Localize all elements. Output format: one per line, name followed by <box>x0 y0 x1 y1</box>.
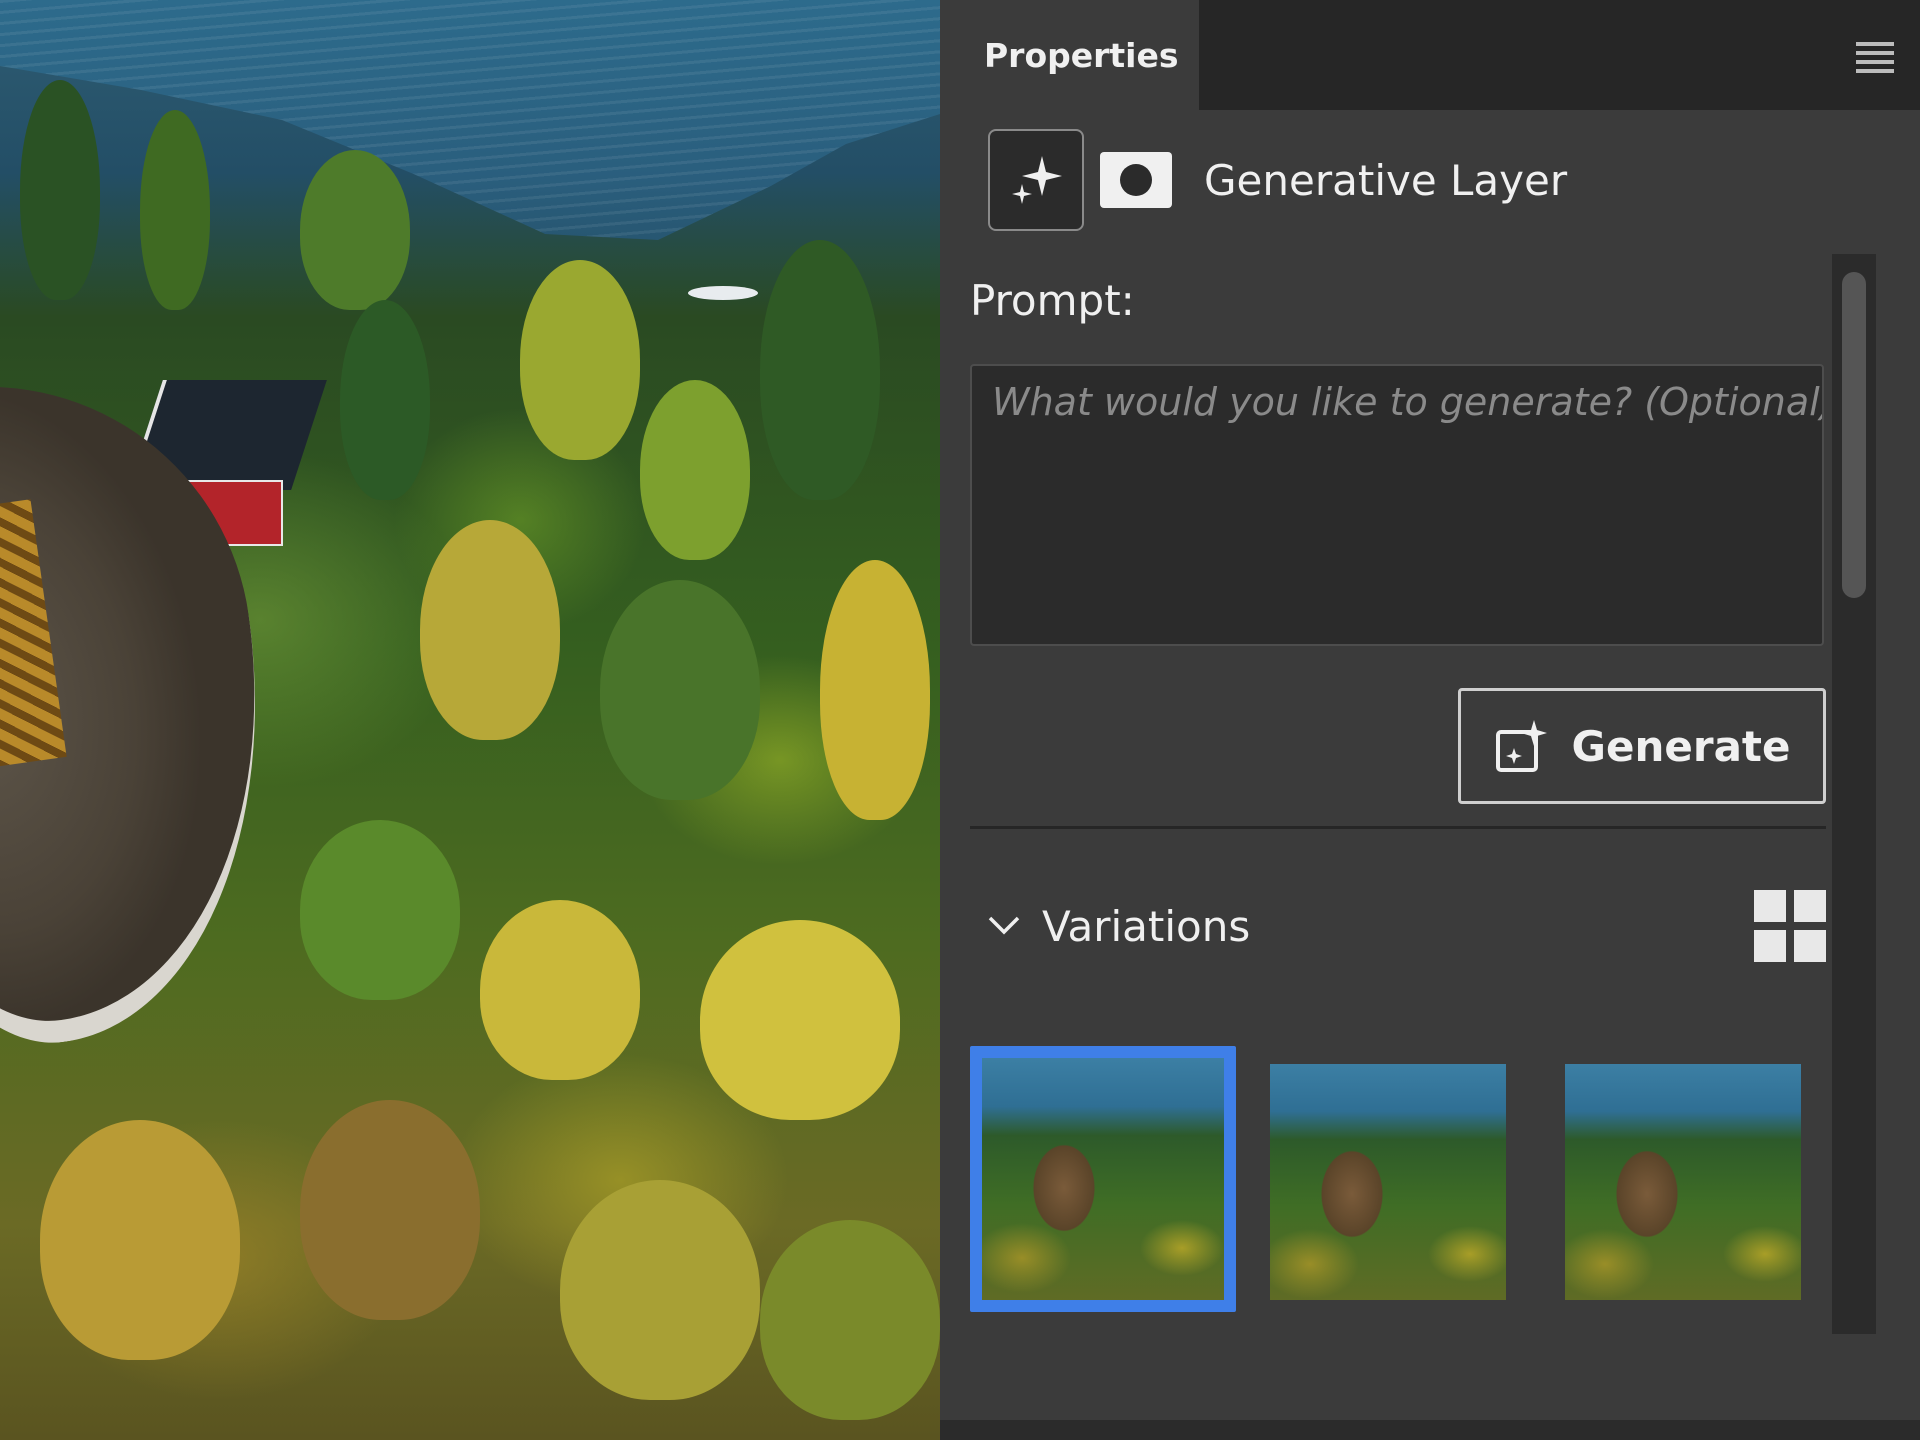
layer-title: Generative Layer <box>1204 155 1568 205</box>
sparkle-icon[interactable] <box>988 129 1084 231</box>
tree <box>640 380 750 560</box>
tree <box>700 920 900 1120</box>
tree <box>40 1120 240 1360</box>
prompt-label: Prompt: <box>970 276 1135 325</box>
tree <box>340 300 430 500</box>
variation-thumbnail-3[interactable] <box>1565 1064 1801 1300</box>
tree <box>600 580 760 800</box>
tab-properties-label: Properties <box>984 35 1179 75</box>
tree <box>480 900 640 1080</box>
hamburger-menu-icon[interactable] <box>1856 42 1894 73</box>
prompt-placeholder: What would you like to generate? (Option… <box>992 380 1824 424</box>
variation-thumbnail-2[interactable] <box>1270 1064 1506 1300</box>
tree <box>760 1220 940 1420</box>
tree <box>760 240 880 500</box>
tree <box>300 150 410 310</box>
panel-tab-bar: Properties <box>940 0 1920 110</box>
generate-button[interactable]: Generate <box>1458 688 1826 804</box>
boat <box>688 286 758 300</box>
tree <box>140 110 210 310</box>
prompt-input[interactable]: What would you like to generate? (Option… <box>970 364 1824 646</box>
generate-sparkle-icon <box>1495 720 1547 772</box>
tree <box>520 260 640 460</box>
canvas-image[interactable] <box>0 0 940 1440</box>
tree <box>300 820 460 1000</box>
panel-bottom-edge <box>940 1420 1920 1440</box>
variation-thumbnail-1[interactable] <box>970 1046 1236 1312</box>
generate-button-label: Generate <box>1571 721 1791 771</box>
variations-title: Variations <box>1042 901 1251 951</box>
section-divider <box>970 826 1826 829</box>
tree <box>20 80 100 300</box>
properties-panel: Properties Generative Layer Prompt: What… <box>940 0 1920 1440</box>
variations-grid <box>970 1046 1840 1316</box>
grid-view-icon[interactable] <box>1754 890 1826 962</box>
tree <box>820 560 930 820</box>
chevron-down-icon[interactable] <box>984 906 1024 946</box>
variations-header[interactable]: Variations <box>984 890 1826 962</box>
tab-properties[interactable]: Properties <box>940 0 1199 110</box>
tree <box>300 1100 480 1320</box>
tree <box>420 520 560 740</box>
layer-header: Generative Layer <box>988 128 1567 232</box>
layer-mask-icon[interactable] <box>1100 152 1172 208</box>
tree <box>560 1180 760 1400</box>
scrollbar-thumb[interactable] <box>1842 272 1866 598</box>
panel-scrollbar[interactable] <box>1832 254 1876 1334</box>
